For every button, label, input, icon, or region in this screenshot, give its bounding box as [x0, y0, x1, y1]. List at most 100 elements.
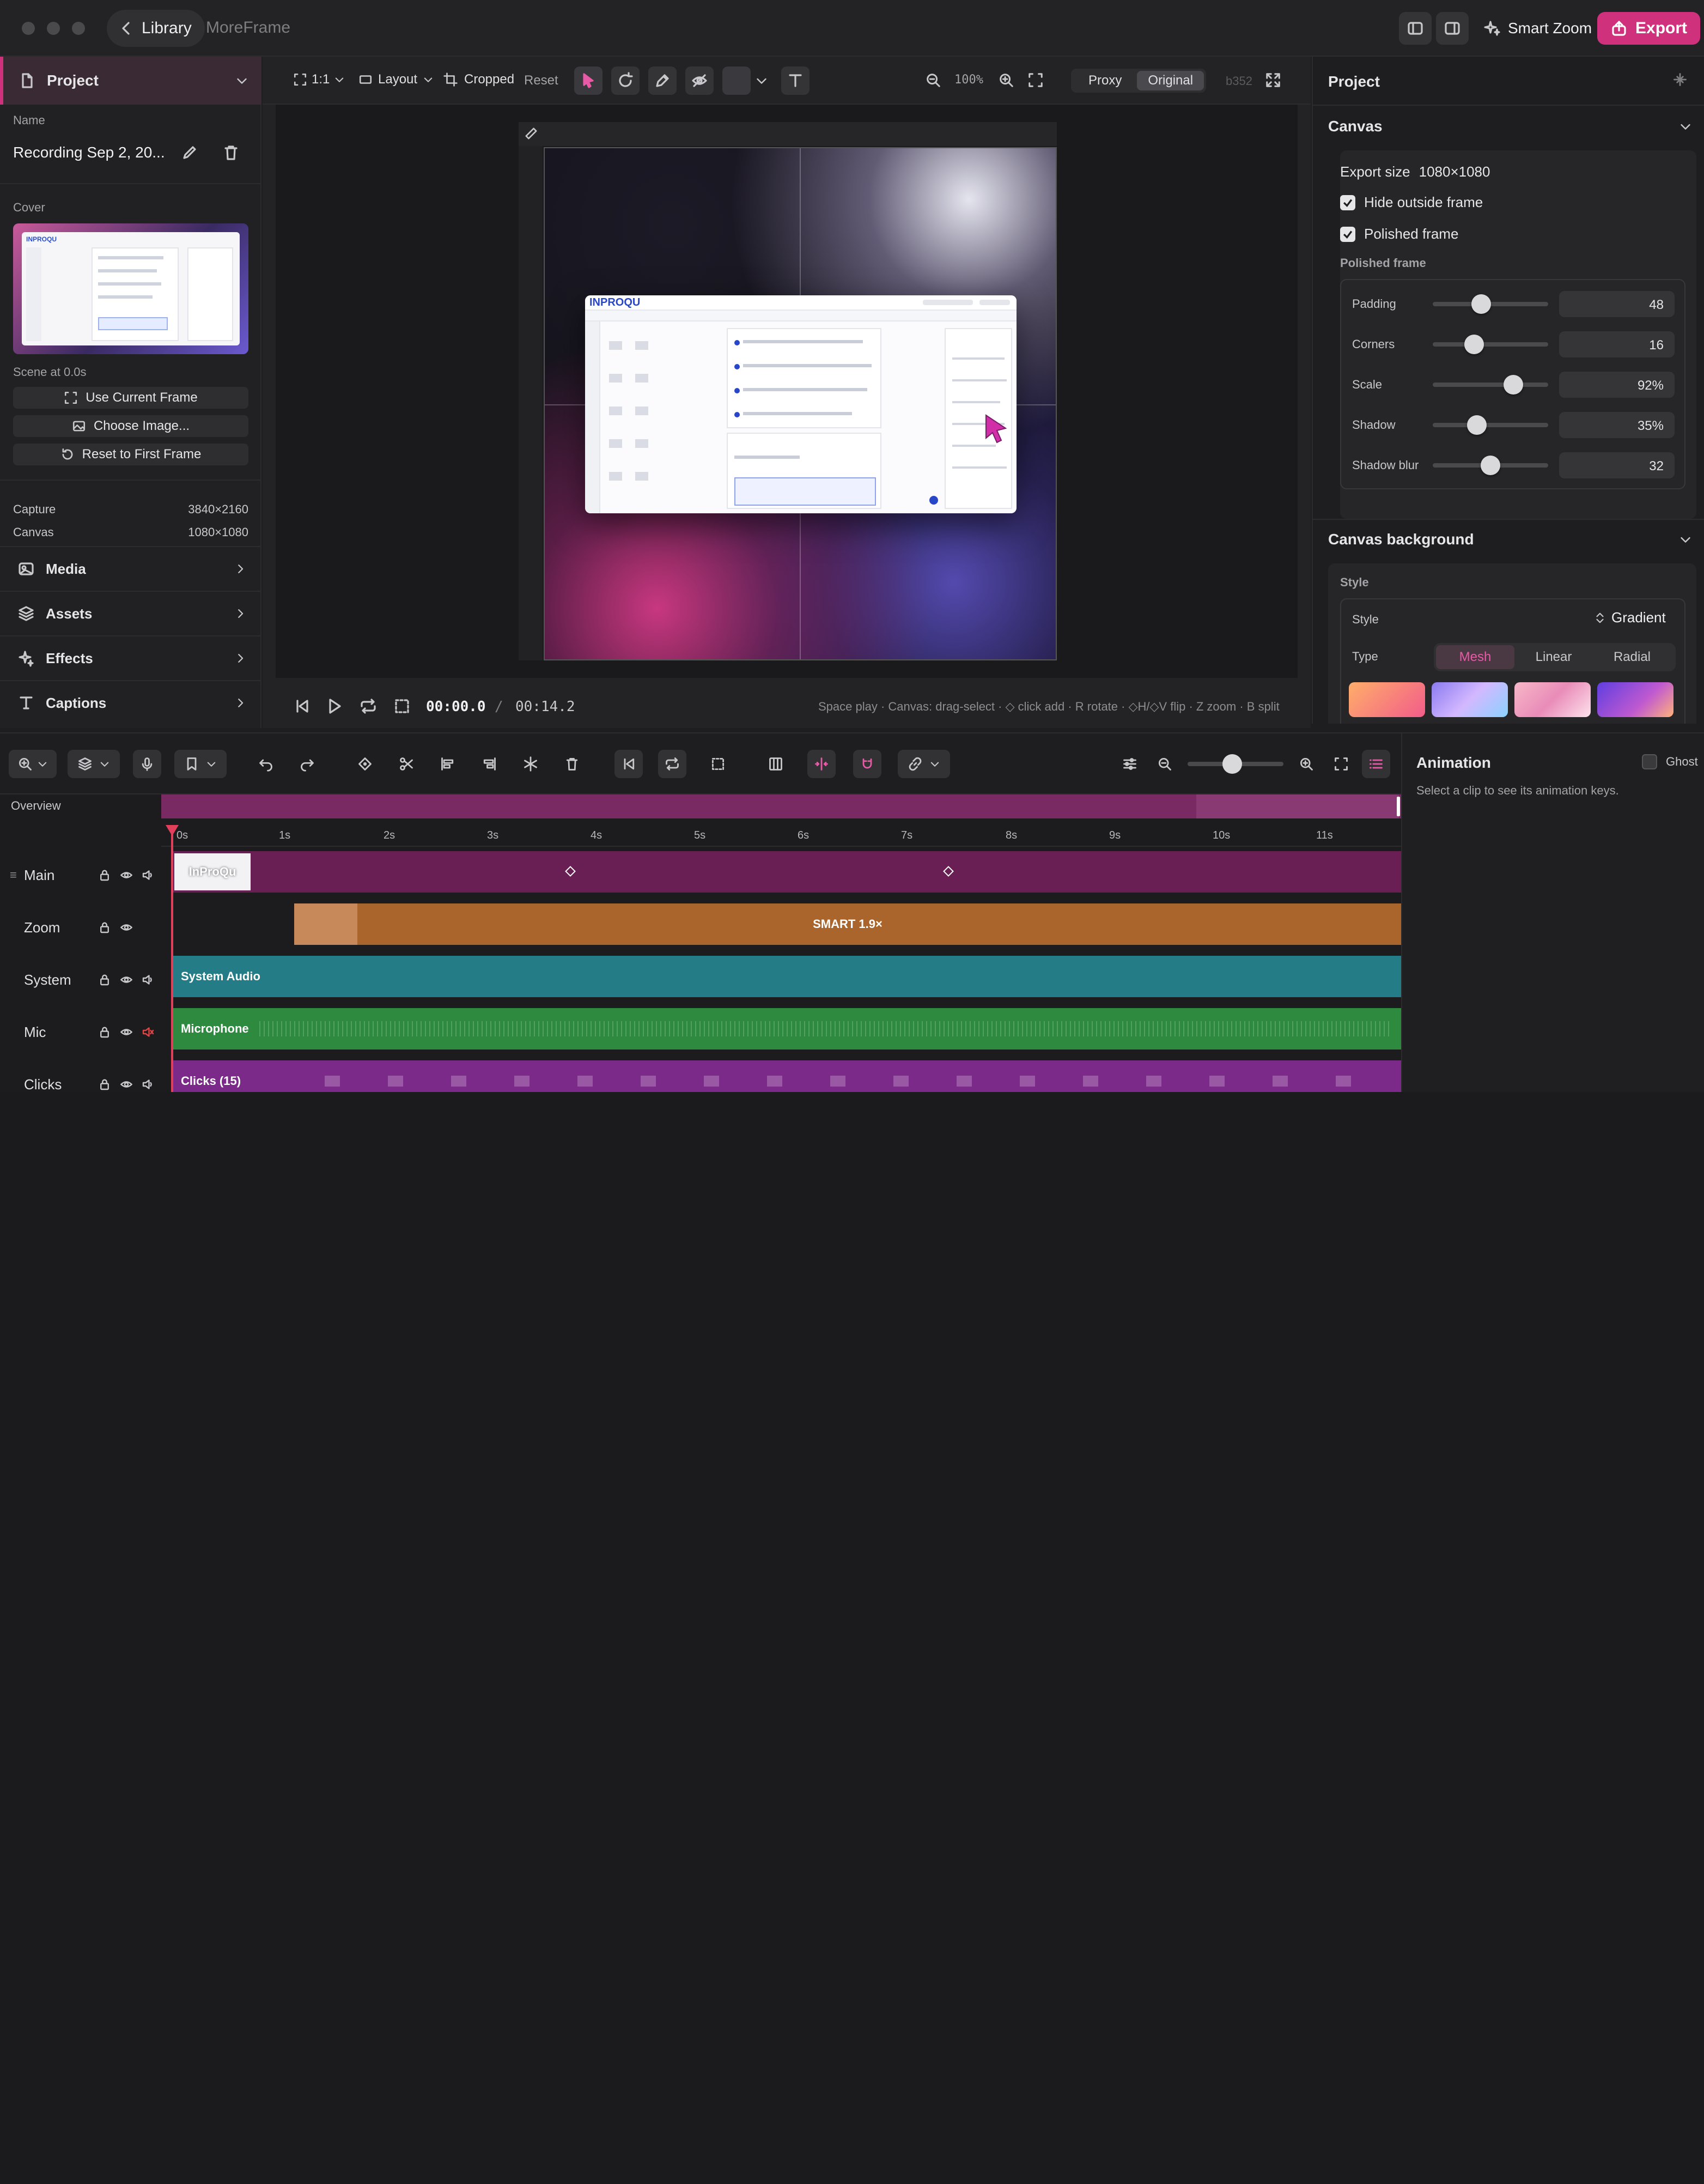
effects-section[interactable]: Effects	[0, 635, 261, 680]
ripple-button[interactable]	[853, 750, 881, 778]
align-start-button[interactable]	[434, 750, 462, 778]
use-current-frame-button[interactable]: Use Current Frame	[13, 387, 248, 409]
system-audio-clip[interactable]: System Audio	[172, 956, 1401, 997]
add-keyframe-button[interactable]	[351, 750, 379, 778]
keyframe-marker[interactable]	[943, 866, 954, 877]
toggle-right-panel-button[interactable]	[1436, 12, 1469, 45]
slider-knob[interactable]	[1504, 375, 1524, 395]
columns-button[interactable]	[762, 750, 790, 778]
gradient-swatch-2[interactable]	[1432, 682, 1508, 717]
slider-knob[interactable]	[1464, 335, 1484, 354]
eye-icon[interactable]	[120, 921, 133, 934]
slider-knob[interactable]	[1466, 415, 1487, 435]
reset-first-frame-button[interactable]: Reset to First Frame	[13, 444, 248, 465]
hide-tool-button[interactable]	[685, 66, 714, 95]
playhead[interactable]	[171, 825, 173, 1092]
overview-strip[interactable]	[161, 794, 1401, 818]
timeline-settings-button[interactable]	[1116, 750, 1144, 778]
align-end-button[interactable]	[475, 750, 503, 778]
pen-tool-button[interactable]	[648, 66, 677, 95]
animation-panel-toggle[interactable]	[1362, 750, 1390, 778]
scale-value[interactable]: 92%	[1559, 372, 1675, 398]
chevron-down-icon[interactable]	[755, 74, 768, 87]
jump-start-button[interactable]	[614, 750, 643, 778]
snap-button[interactable]	[807, 750, 836, 778]
text-tool-button[interactable]	[781, 66, 810, 95]
timeline-zoom-in-button[interactable]	[1292, 750, 1320, 778]
cover-thumbnail[interactable]: INPROQU	[13, 223, 248, 354]
captions-section[interactable]: Captions	[0, 680, 261, 725]
slider-knob[interactable]	[1222, 754, 1242, 774]
export-button[interactable]: Export	[1597, 12, 1701, 45]
type-radial-option[interactable]: Radial	[1593, 645, 1671, 669]
select-tool-button[interactable]	[574, 66, 603, 95]
canvas-background-header[interactable]: Canvas background	[1328, 531, 1692, 548]
scale-slider[interactable]	[1433, 375, 1548, 395]
speaker-icon[interactable]	[142, 869, 155, 882]
record-mic-button[interactable]	[133, 750, 161, 778]
canvas-preview[interactable]: INPROQU	[544, 147, 1057, 660]
ghost-checkbox[interactable]: Ghost	[1642, 754, 1698, 769]
lock-icon[interactable]	[98, 1026, 111, 1039]
redo-button[interactable]	[293, 750, 321, 778]
proxy-option[interactable]: Proxy	[1073, 71, 1137, 90]
canvas-section-header[interactable]: Canvas	[1328, 118, 1692, 135]
hide-outside-frame-checkbox[interactable]: Hide outside frame	[1340, 194, 1483, 211]
toggle-left-panel-button[interactable]	[1399, 12, 1432, 45]
layers-dropdown[interactable]	[68, 750, 120, 778]
timeline-fit-button[interactable]	[1327, 750, 1355, 778]
corners-value[interactable]: 16	[1559, 331, 1675, 357]
freeze-button[interactable]	[516, 750, 545, 778]
speaker-icon[interactable]	[142, 973, 155, 986]
clicks-clip[interactable]: Clicks (15)	[172, 1060, 1401, 1092]
overview-handle[interactable]	[1397, 797, 1400, 816]
zoom-out-icon[interactable]	[925, 72, 941, 88]
corners-slider[interactable]	[1433, 335, 1548, 354]
window-zoom-button[interactable]	[72, 22, 85, 35]
rotate-tool-button[interactable]	[611, 66, 640, 95]
gradient-swatch-1[interactable]	[1349, 682, 1425, 717]
eye-icon[interactable]	[120, 973, 133, 986]
padding-value[interactable]: 48	[1559, 291, 1675, 317]
choose-image-button[interactable]: Choose Image...	[13, 415, 248, 437]
loop-icon[interactable]	[360, 697, 377, 715]
selection-icon[interactable]	[393, 697, 411, 715]
gradient-swatch-3[interactable]	[1514, 682, 1591, 717]
speaker-icon[interactable]	[142, 1078, 155, 1091]
library-back-button[interactable]: Library	[107, 10, 205, 47]
drag-handle-icon[interactable]: ≡	[10, 868, 17, 882]
style-select[interactable]: Gradient	[1594, 609, 1666, 626]
main-clip[interactable]: InProQu	[172, 851, 1401, 893]
shadow-slider[interactable]	[1433, 415, 1548, 435]
crop-button[interactable]: Cropped	[443, 72, 514, 87]
timeline-zoom-slider[interactable]	[1188, 754, 1283, 774]
window-minimize-button[interactable]	[47, 22, 60, 35]
keyframe-marker[interactable]	[565, 866, 576, 877]
play-icon[interactable]	[326, 697, 343, 715]
smart-zoom-button[interactable]: Smart Zoom	[1484, 12, 1592, 45]
eye-icon[interactable]	[120, 869, 133, 882]
lock-icon[interactable]	[98, 921, 111, 934]
shadow-value[interactable]: 35%	[1559, 412, 1675, 438]
speaker-muted-icon[interactable]	[142, 1026, 155, 1039]
loop-toggle-button[interactable]	[658, 750, 686, 778]
shadow-blur-value[interactable]: 32	[1559, 452, 1675, 478]
fit-screen-icon[interactable]	[1027, 72, 1044, 88]
zoom-mode-dropdown[interactable]	[9, 750, 57, 778]
undo-button[interactable]	[252, 750, 280, 778]
polished-frame-checkbox[interactable]: Polished frame	[1340, 226, 1458, 242]
timeline-zoom-out-button[interactable]	[1151, 750, 1179, 778]
aspect-ratio-dropdown[interactable]: 1:1	[293, 72, 345, 87]
eye-icon[interactable]	[120, 1026, 133, 1039]
gradient-swatch-4[interactable]	[1597, 682, 1673, 717]
slider-knob[interactable]	[1471, 294, 1492, 314]
delete-project-icon[interactable]	[222, 144, 240, 161]
lock-icon[interactable]	[98, 869, 111, 882]
layout-dropdown[interactable]: Layout	[358, 72, 434, 87]
project-section-header[interactable]: Project	[0, 57, 261, 105]
microphone-clip[interactable]: Microphone	[172, 1008, 1401, 1049]
zoom-in-icon[interactable]	[998, 72, 1014, 88]
type-linear-option[interactable]: Linear	[1514, 645, 1593, 669]
assets-section[interactable]: Assets	[0, 591, 261, 635]
pin-icon[interactable]	[1672, 72, 1688, 87]
